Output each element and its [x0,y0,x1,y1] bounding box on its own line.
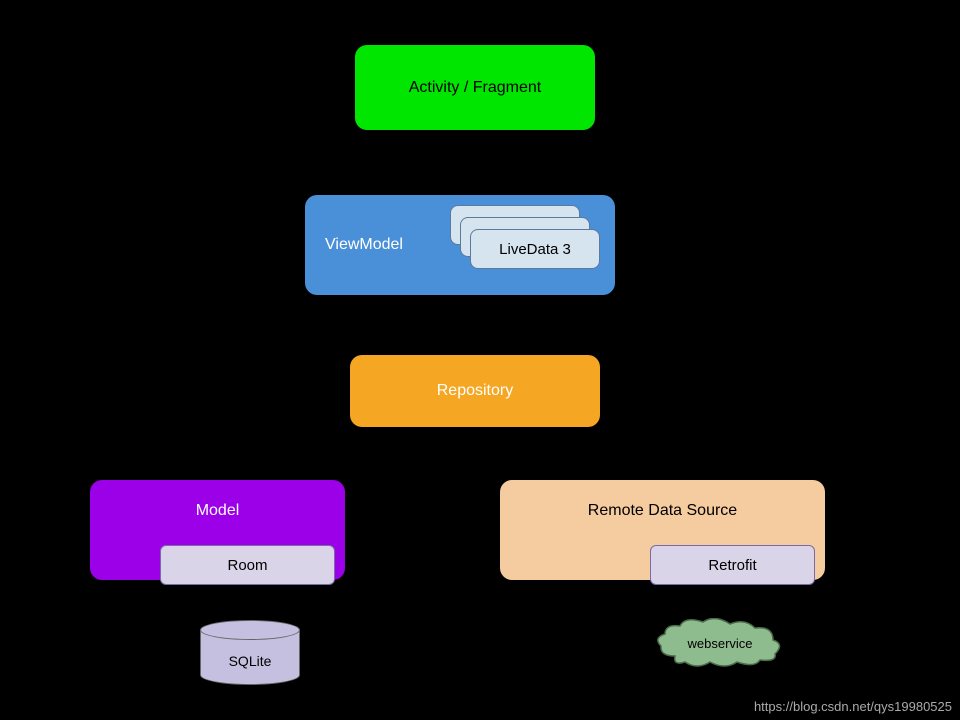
retrofit-label: Retrofit [708,557,756,574]
room-box: Room [160,545,335,585]
watermark-text: https://blog.csdn.net/qys19980525 [754,699,952,714]
livedata-label: LiveData 3 [499,241,571,258]
remote-label: Remote Data Source [588,502,737,520]
activity-fragment-box: Activity / Fragment [355,45,595,130]
webservice-label: webservice [655,618,785,668]
room-label: Room [227,557,267,574]
sqlite-cylinder: SQLite [200,620,300,695]
livedata-card-front: LiveData 3 [470,229,600,269]
webservice-cloud: webservice [655,618,785,668]
retrofit-box: Retrofit [650,545,815,585]
repository-box: Repository [350,355,600,427]
model-label: Model [196,502,240,520]
repository-label: Repository [437,382,513,400]
cylinder-top [200,620,300,640]
sqlite-label: SQLite [229,653,272,669]
livedata-stack: LiveData 3 [450,205,600,265]
activity-label: Activity / Fragment [409,79,541,97]
viewmodel-label: ViewModel [325,236,403,254]
